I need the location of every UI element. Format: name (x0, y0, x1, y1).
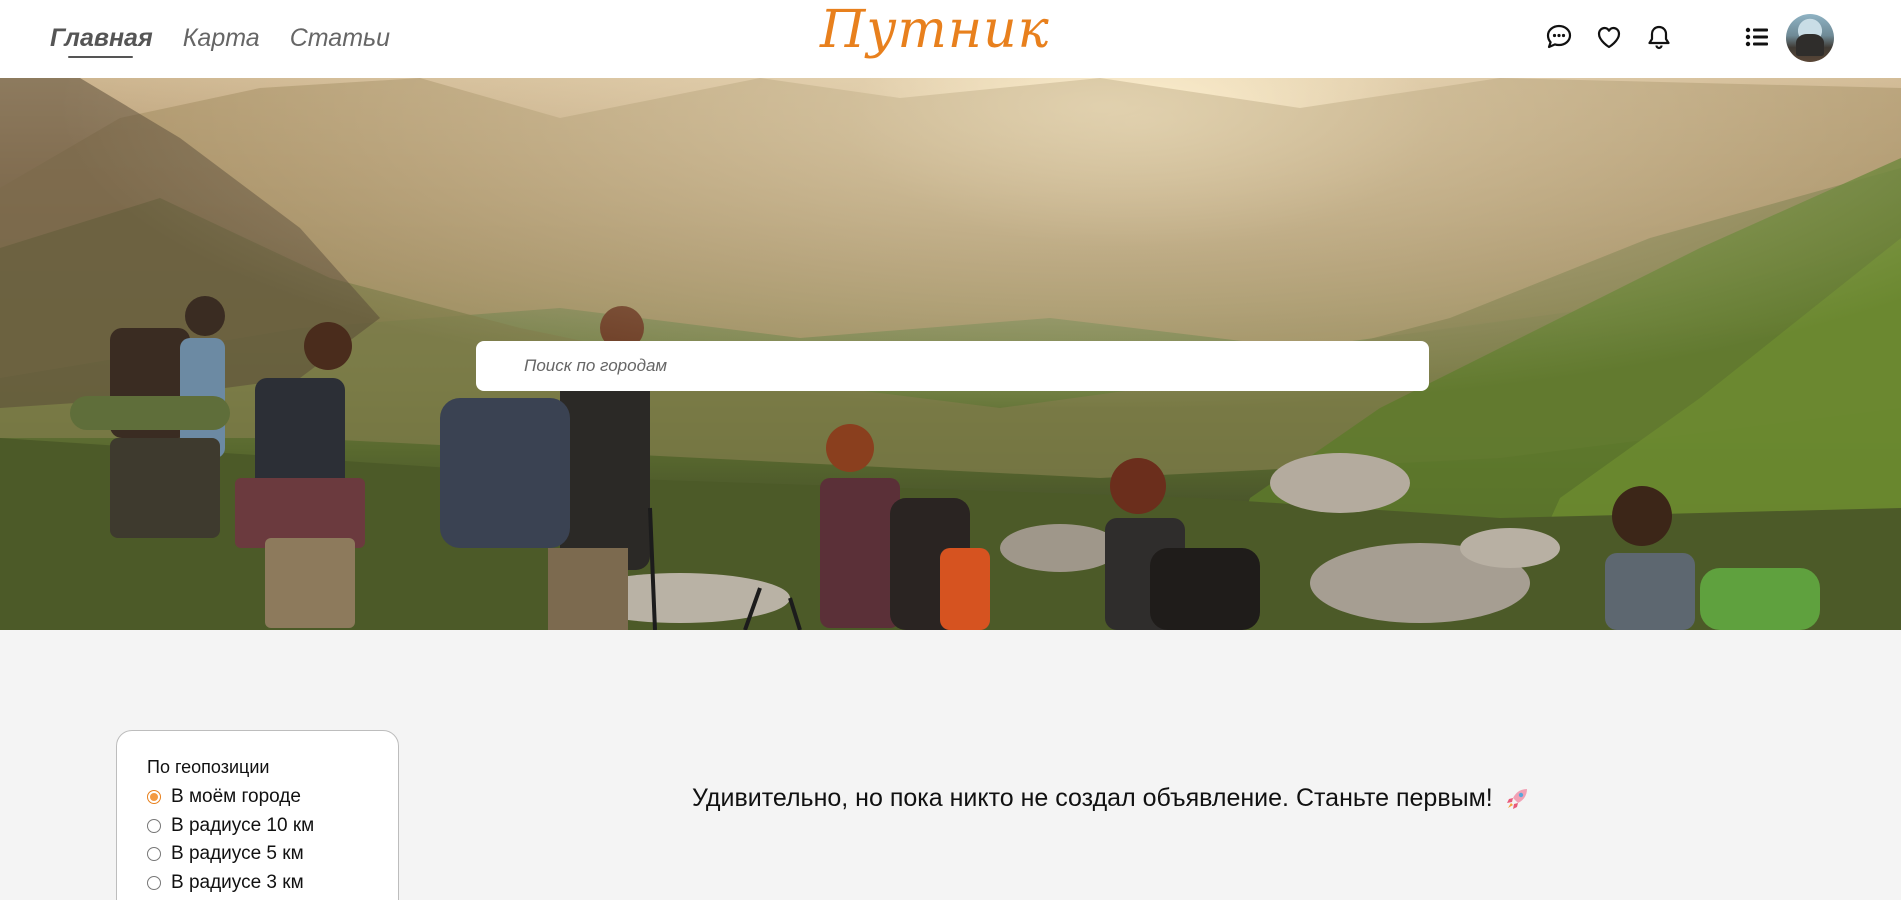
filter-option-radius-5[interactable]: В радиусе 5 км (147, 840, 398, 869)
site-logo[interactable]: Путник (820, 0, 1050, 60)
nav-item-articles[interactable]: Статьи (290, 24, 390, 53)
empty-state-message: Удивительно, но пока никто не создал объ… (692, 784, 1493, 812)
filter-option-label: В радиусе 5 км (171, 843, 304, 865)
filter-option-radius-10[interactable]: В радиусе 10 км (147, 812, 398, 841)
hero-banner (0, 78, 1901, 630)
nav-item-map[interactable]: Карта (183, 24, 260, 53)
radio-icon[interactable] (147, 818, 161, 833)
filter-option-label: В радиусе 10 км (171, 814, 315, 836)
list-icon[interactable] (1742, 22, 1772, 52)
nav-item-home[interactable]: Главная (50, 24, 153, 58)
filter-option-my-city[interactable]: В моём городе (147, 783, 398, 812)
empty-state: Удивительно, но пока никто не создал объ… (692, 784, 1531, 813)
radio-selected-icon[interactable] (147, 790, 161, 805)
radio-icon[interactable] (147, 875, 161, 890)
radio-icon[interactable] (147, 847, 161, 862)
user-avatar[interactable] (1786, 14, 1834, 62)
filter-option-label: В моём городе (171, 786, 301, 808)
top-header: Главная Карта Статьи Путник (0, 0, 1901, 78)
heart-icon[interactable] (1594, 22, 1624, 52)
rocket-icon (1506, 788, 1527, 809)
filter-title: По геопозиции (147, 757, 270, 777)
main-nav: Главная Карта Статьи (50, 24, 390, 58)
bell-icon[interactable] (1644, 22, 1674, 52)
chat-bubble-icon[interactable] (1544, 22, 1574, 52)
geo-filter-panel: По геопозиции В моём городе В радиусе 10… (116, 730, 399, 900)
filter-option-label: В радиусе 3 км (171, 871, 304, 893)
filter-option-radius-3[interactable]: В радиусе 3 км (147, 869, 398, 898)
city-search-input[interactable] (476, 341, 1429, 391)
